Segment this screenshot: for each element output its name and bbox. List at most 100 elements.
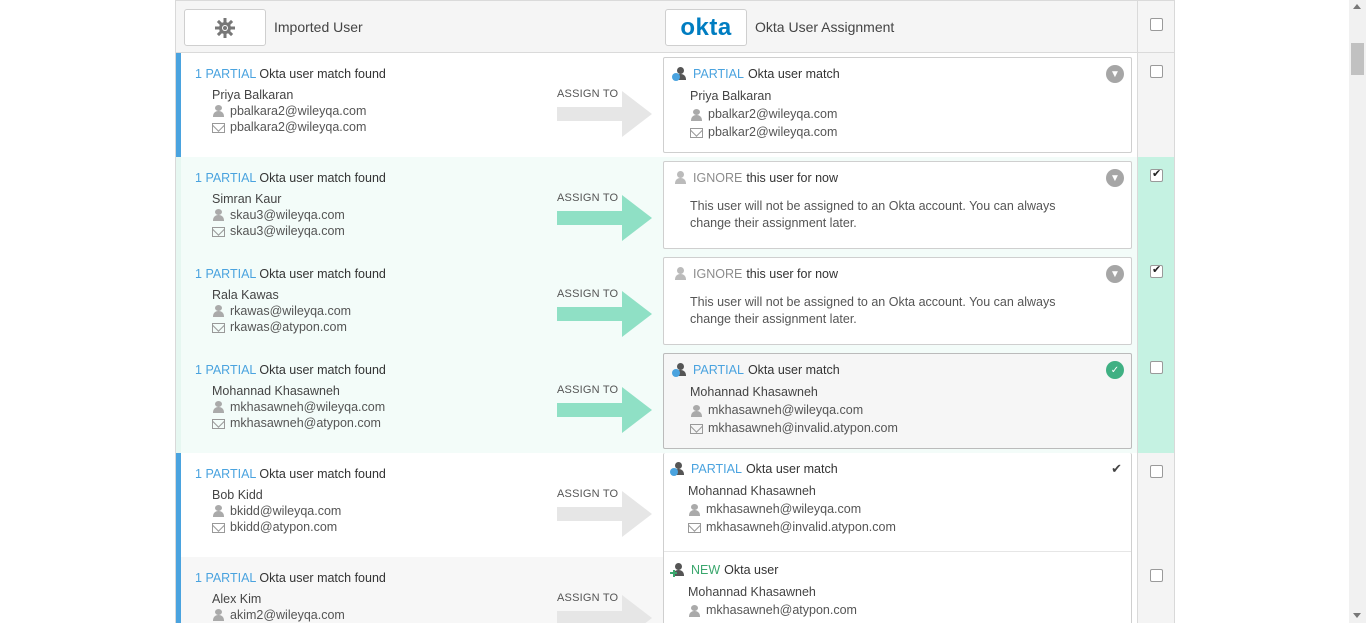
row-indicator (176, 453, 181, 557)
assign-arrow-icon (557, 387, 652, 433)
okta-user-assignment-heading: Okta User Assignment (755, 19, 895, 35)
gear-icon (215, 17, 235, 38)
table-row: 1 PARTIAL Okta user match found Alex Kim… (176, 557, 663, 623)
assignment-title: Okta user (724, 563, 779, 577)
okta-user-name: Mohannad Khasawneh (688, 585, 816, 599)
assignment-type: NEW (691, 563, 721, 577)
table-row: 1 PARTIAL Okta user match found Rala Kaw… (176, 253, 1137, 349)
row-checkbox[interactable] (1150, 263, 1163, 278)
okta-email: pbalkar2@wileyqa.com (708, 125, 838, 139)
match-found-text: Okta user match found (259, 67, 386, 81)
username: skau3@wileyqa.com (230, 208, 345, 222)
assignment-type: PARTIAL (693, 363, 744, 377)
okta-logo-text: okta (680, 13, 732, 41)
assignment-details: Mohannad Khasawneh mkhasawneh@atypon.com (688, 584, 857, 619)
okta-user-name: Mohannad Khasawneh (690, 385, 818, 399)
user-name: Priya Balkaran (212, 88, 294, 102)
username: pbalkara2@wileyqa.com (230, 104, 367, 118)
okta-username: pbalkar2@wileyqa.com (708, 107, 838, 121)
user-name: Simran Kaur (212, 192, 282, 206)
settings-button[interactable] (184, 9, 266, 46)
user-icon (690, 404, 703, 417)
user-name: Alex Kim (212, 592, 262, 606)
dropdown-option-partial[interactable]: PARTIAL Okta user match ✔ Mohannad Khasaw… (664, 453, 1131, 551)
chevron-down-icon[interactable]: ▼ (1106, 265, 1124, 283)
assignment-title: Okta user match (747, 67, 840, 81)
assignment-details: Mohannad Khasawneh mkhasawneh@wileyqa.co… (688, 483, 896, 536)
username: rkawas@wileyqa.com (230, 304, 352, 318)
partial-match-icon (670, 462, 686, 476)
assignment-title: this user for now (746, 267, 839, 281)
mail-icon (212, 226, 225, 237)
scroll-thumb[interactable] (1351, 43, 1364, 75)
dropdown-option-new[interactable]: NEW Okta user Mohannad Khasawneh mkhasawn… (664, 552, 1131, 623)
assign-arrow-icon (557, 595, 652, 623)
match-type: PARTIAL (205, 67, 256, 81)
row-checkbox[interactable] (1150, 361, 1163, 374)
user-name: Bob Kidd (212, 488, 263, 502)
checkbox-column (1137, 53, 1174, 623)
match-count: 1 (195, 67, 202, 81)
partial-match-icon (672, 67, 688, 81)
assignment-title: this user for now (746, 171, 839, 185)
assignment-card[interactable]: PARTIAL Okta user match ✓ Mohannad Khasaw… (663, 353, 1132, 449)
assignment-details: Mohannad Khasawneh mkhasawneh@wileyqa.co… (690, 384, 898, 437)
select-all-cell (1137, 1, 1174, 53)
row-checkbox[interactable] (1150, 465, 1163, 478)
table-row: 1 PARTIAL Okta user match found Simran K… (176, 157, 1137, 253)
imported-user-heading: Imported User (274, 19, 363, 35)
match-count: 1 (195, 171, 202, 185)
okta-user-name: Mohannad Khasawneh (688, 484, 816, 498)
chevron-down-icon[interactable]: ▼ (1106, 169, 1124, 187)
imported-user-info: 1 PARTIAL Okta user match found Bob Kidd… (195, 467, 386, 534)
match-type: PARTIAL (205, 267, 256, 281)
assignment-card[interactable]: IGNORE this user for now ▼ This user will… (663, 161, 1132, 249)
table-row: 1 PARTIAL Okta user match found Bob Kidd… (176, 453, 1137, 623)
assignment-dropdown: PARTIAL Okta user match ✔ Mohannad Khasaw… (663, 453, 1132, 623)
match-type: PARTIAL (205, 571, 256, 585)
selected-highlight (1138, 157, 1174, 453)
row-checkbox[interactable] (1150, 569, 1163, 582)
row-checkbox[interactable] (1150, 167, 1163, 182)
ignore-description: This user will not be assigned to an Okt… (690, 199, 1056, 230)
user-icon (212, 401, 225, 413)
imported-user-info: 1 PARTIAL Okta user match found Simran K… (195, 171, 386, 238)
match-count: 1 (195, 363, 202, 377)
vertical-scrollbar[interactable] (1349, 0, 1366, 623)
chevron-down-icon[interactable]: ▼ (1106, 65, 1124, 83)
selected-check-icon: ✔ (1111, 461, 1122, 476)
okta-logo: okta (665, 9, 747, 46)
scroll-up-arrow-icon[interactable] (1353, 4, 1361, 9)
assign-arrow-icon (557, 491, 652, 537)
username: bkidd@wileyqa.com (230, 504, 342, 518)
row-indicator (176, 349, 181, 453)
row-indicator (176, 157, 181, 253)
mail-icon (212, 418, 225, 429)
match-count: 1 (195, 571, 202, 585)
imported-user-info: 1 PARTIAL Okta user match found Rala Kaw… (195, 267, 386, 334)
table-row: 1 PARTIAL Okta user match found Priya Ba… (176, 53, 1137, 157)
match-found-text: Okta user match found (259, 267, 386, 281)
mail-icon (690, 424, 703, 434)
user-icon (212, 209, 225, 221)
row-indicator (176, 53, 181, 157)
assignment-card[interactable]: PARTIAL Okta user match ▼ Priya Balkaran … (663, 57, 1132, 153)
assignment-card[interactable]: IGNORE this user for now ▼ This user will… (663, 257, 1132, 345)
match-count: 1 (195, 267, 202, 281)
email: pbalkara2@wileyqa.com (230, 120, 367, 134)
scroll-down-arrow-icon[interactable] (1353, 613, 1361, 618)
mail-icon (212, 522, 225, 533)
okta-email: mkhasawneh@invalid.atypon.com (708, 421, 898, 435)
okta-email: mkhasawneh@invalid.atypon.com (706, 520, 896, 534)
okta-username: mkhasawneh@wileyqa.com (706, 502, 862, 516)
select-all-checkbox[interactable] (1150, 18, 1163, 31)
okta-username: mkhasawneh@wileyqa.com (708, 403, 864, 417)
confirmed-check-icon[interactable]: ✓ (1106, 361, 1124, 379)
imported-user-info: 1 PARTIAL Okta user match found Mohannad… (195, 363, 386, 430)
user-icon (688, 503, 701, 516)
row-indicator (176, 557, 181, 623)
row-checkbox[interactable] (1150, 65, 1163, 78)
match-type: PARTIAL (205, 467, 256, 481)
okta-username: mkhasawneh@atypon.com (706, 603, 857, 617)
mail-icon (688, 523, 701, 533)
